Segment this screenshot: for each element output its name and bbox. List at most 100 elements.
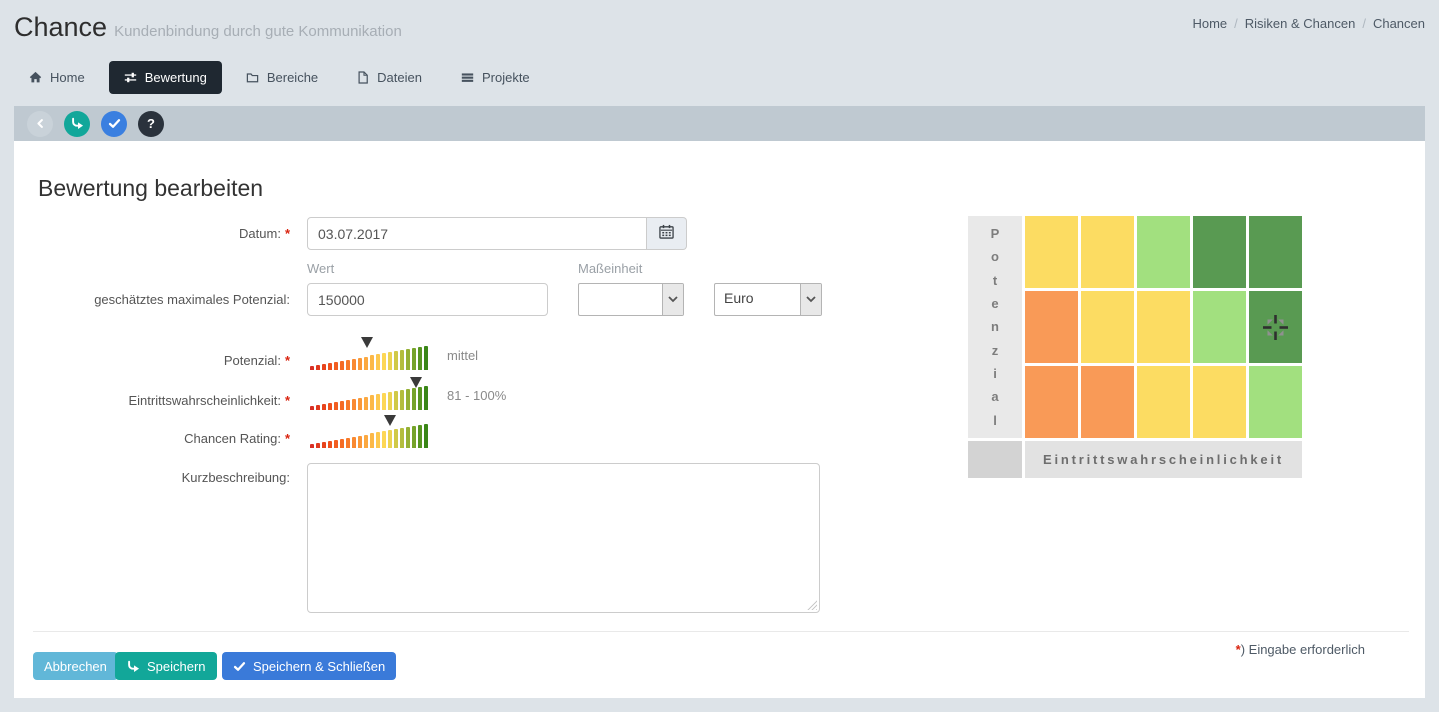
slider-bar — [364, 435, 368, 448]
slider-bar — [424, 386, 428, 410]
slider-bar — [334, 402, 338, 410]
content-card: Bewertung bearbeiten Datum:* Wert Maßein… — [14, 141, 1425, 698]
slider-bar — [322, 364, 326, 370]
back-button[interactable] — [27, 111, 53, 137]
slider-bar — [424, 424, 428, 448]
eintrittswahrscheinlichkeit-value: 81 - 100% — [447, 388, 506, 403]
einheit-select[interactable]: Euro — [714, 283, 822, 316]
confirm-button[interactable] — [101, 111, 127, 137]
matrix-cell — [1081, 291, 1134, 363]
slider-marker[interactable] — [361, 337, 373, 348]
slider-bar — [340, 401, 344, 410]
slider-bar — [406, 427, 410, 448]
datum-calendar-button[interactable] — [647, 217, 687, 250]
redo-arrow-icon — [70, 117, 84, 130]
slider-bar — [340, 439, 344, 448]
slider-bar — [418, 347, 422, 370]
slider-bar — [418, 425, 422, 448]
breadcrumb-separator: / — [1362, 16, 1366, 31]
question-icon: ? — [147, 117, 155, 130]
breadcrumb-link-risiken-chancen[interactable]: Risiken & Chancen — [1245, 16, 1356, 31]
redo-arrow-icon — [126, 660, 140, 673]
tab-bar: Home Bewertung Bereiche Dateien Projekte — [14, 58, 1425, 96]
slider-bar — [322, 442, 326, 448]
slider-bar — [400, 390, 404, 410]
tab-projekte[interactable]: Projekte — [446, 61, 545, 94]
slider-bar — [382, 431, 386, 448]
tab-bewertung[interactable]: Bewertung — [109, 61, 222, 94]
eintrittswahrscheinlichkeit-label: Eintrittswahrscheinlichkeit:* — [14, 392, 290, 410]
topbar: ChanceKundenbindung durch gute Kommunika… — [0, 0, 1439, 96]
rating-matrix: PotenzialEintrittswahrscheinlichkeit — [968, 216, 1302, 478]
chancen-rating-slider[interactable] — [310, 422, 428, 448]
slider-bar — [310, 366, 314, 370]
matrix-cell — [1193, 291, 1246, 363]
slider-bar — [334, 440, 338, 448]
slider-bar — [328, 403, 332, 410]
matrix-position-marker — [1249, 291, 1302, 363]
slider-bar — [316, 365, 320, 370]
footer-divider — [33, 631, 1409, 632]
slider-bar — [346, 400, 350, 410]
slider-bar — [352, 359, 356, 370]
slider-bar — [358, 358, 362, 370]
datum-input[interactable] — [307, 217, 647, 250]
slider-bar — [400, 350, 404, 370]
datum-label: Datum:* — [14, 225, 290, 243]
slider-bar — [346, 360, 350, 370]
breadcrumb-link-home[interactable]: Home — [1192, 16, 1227, 31]
slider-bar — [388, 352, 392, 370]
slider-bar — [358, 436, 362, 448]
footer-button-label: Speichern & Schließen — [253, 659, 385, 674]
potenzial-label: Potenzial:* — [14, 352, 290, 370]
tab-dateien[interactable]: Dateien — [342, 61, 437, 94]
slider-bar — [400, 428, 404, 448]
slider-marker[interactable] — [384, 415, 396, 426]
footer-button-label: Abbrechen — [44, 659, 107, 674]
slider-bar — [412, 388, 416, 410]
potenzial-slider[interactable] — [310, 344, 428, 370]
matrix-cell — [1249, 216, 1302, 288]
matrix-cell — [1137, 291, 1190, 363]
matrix-corner — [968, 441, 1022, 478]
chevron-down-icon — [800, 284, 821, 315]
wert-input[interactable] — [307, 283, 548, 316]
file-icon — [357, 71, 369, 84]
slider-bar — [310, 406, 314, 410]
slider-bar — [352, 437, 356, 448]
folder-icon — [246, 71, 259, 84]
slider-bar — [316, 405, 320, 410]
slider-marker[interactable] — [410, 377, 422, 388]
tab-label: Home — [50, 71, 85, 84]
tab-label: Bewertung — [145, 71, 207, 84]
tab-bereiche[interactable]: Bereiche — [231, 61, 333, 94]
slider-bar — [376, 354, 380, 370]
footer-button-speichern[interactable]: Speichern — [115, 652, 217, 680]
matrix-cell — [1137, 366, 1190, 438]
slider-bar — [388, 430, 392, 448]
required-note: *) Eingabe erforderlich — [1236, 642, 1365, 657]
tab-label: Dateien — [377, 71, 422, 84]
kurzbeschreibung-textarea[interactable] — [307, 463, 820, 613]
form-heading: Bewertung bearbeiten — [38, 175, 263, 202]
matrix-cell — [1025, 216, 1078, 288]
slider-bar — [328, 441, 332, 448]
footer-button-label: Speichern — [147, 659, 206, 674]
slider-bar — [370, 395, 374, 410]
slider-bar — [382, 393, 386, 410]
slider-bar — [388, 392, 392, 410]
masseinheit-mini-label: Maßeinheit — [578, 261, 642, 276]
save-button[interactable] — [64, 111, 90, 137]
slider-bar — [418, 387, 422, 410]
sliders-icon — [124, 71, 137, 84]
eintrittswahrscheinlichkeit-slider[interactable] — [310, 384, 428, 410]
footer-button-speichern-schlie-en[interactable]: Speichern & Schließen — [222, 652, 396, 680]
matrix-cell — [1025, 291, 1078, 363]
help-button[interactable]: ? — [138, 111, 164, 137]
slider-bar — [334, 362, 338, 370]
tab-home[interactable]: Home — [14, 61, 100, 94]
breadcrumb-link-chancen[interactable]: Chancen — [1373, 16, 1425, 31]
footer-button-abbrechen[interactable]: Abbrechen — [33, 652, 118, 680]
tab-label: Bereiche — [267, 71, 318, 84]
masseinheit-select[interactable] — [578, 283, 684, 316]
